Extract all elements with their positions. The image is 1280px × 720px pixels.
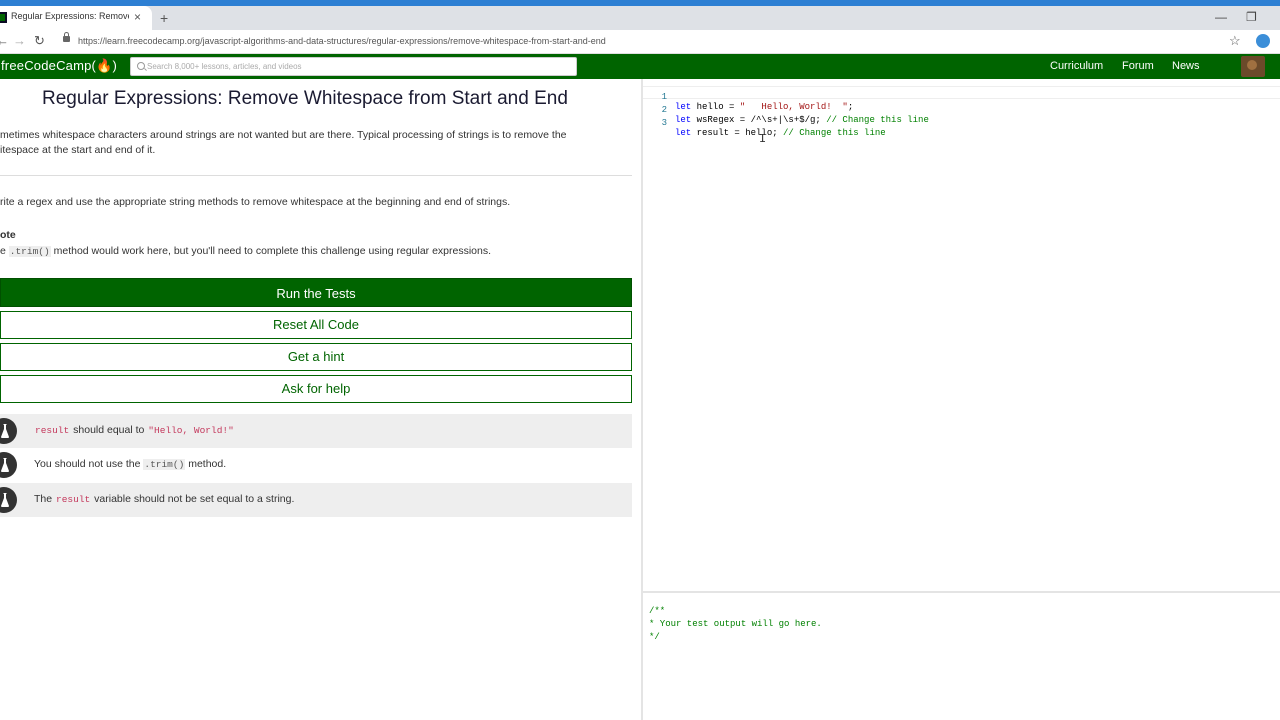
- code-editor[interactable]: 1 let hello = " Hello, World! "; 2 let w…: [643, 79, 1280, 591]
- reload-icon[interactable]: ↻: [34, 34, 45, 48]
- test-item: You should not use the .trim() method.: [0, 448, 632, 482]
- profile-icon[interactable]: [1256, 34, 1270, 48]
- test-code: "Hello, World!": [147, 425, 235, 436]
- challenge-title: Regular Expressions: Remove Whitespace f…: [42, 88, 568, 109]
- keyword: let: [675, 128, 692, 138]
- test-code: result: [55, 494, 92, 505]
- code-line[interactable]: 2 let wsRegex = /^\s+|\s+$/g; // Change …: [643, 95, 1280, 125]
- flask-icon: [0, 487, 17, 513]
- test-text-part: You should not use the: [34, 458, 141, 470]
- test-text-part: should equal to: [73, 424, 145, 436]
- trim-code: .trim(): [8, 246, 51, 257]
- fcc-navbar: freeCodeCamp(🔥) Curriculum Forum News: [0, 54, 1280, 79]
- code-line[interactable]: 3 let result = hello; // Change this lin…: [643, 108, 1280, 138]
- search-input[interactable]: [147, 59, 567, 74]
- code-line[interactable]: 1 let hello = " Hello, World! ";: [643, 82, 1280, 112]
- note-suffix: method would work here, but you'll need …: [53, 245, 492, 257]
- note-prefix: e: [0, 245, 6, 257]
- intro-line-1: metimes whitespace characters around str…: [0, 129, 567, 141]
- tab-title: Regular Expressions: Remove Whitespace f…: [11, 11, 129, 21]
- close-tab-icon[interactable]: ×: [134, 9, 141, 25]
- line-text: let result = hello; // Change this line: [675, 128, 886, 138]
- test-output-panel: /** * Your test output will go here. */: [643, 593, 1280, 720]
- bookmark-star-icon[interactable]: ☆: [1229, 33, 1241, 49]
- address-bar: ← → ↻ https://learn.freecodecamp.org/jav…: [0, 30, 1280, 54]
- test-text-part: variable should not be set equal to a st…: [94, 493, 295, 505]
- code-comment: // Change this line: [783, 128, 886, 138]
- forward-icon[interactable]: →: [13, 34, 26, 48]
- minimize-button[interactable]: —: [1215, 10, 1227, 24]
- user-avatar[interactable]: [1241, 56, 1265, 77]
- lock-icon: [63, 32, 70, 42]
- search-box[interactable]: [130, 57, 577, 76]
- new-tab-button[interactable]: +: [160, 10, 168, 26]
- test-output-text: /** * Your test output will go here. */: [649, 606, 822, 642]
- test-text-part: method.: [188, 458, 227, 470]
- test-code: .trim(): [143, 459, 186, 470]
- nav-link-curriculum[interactable]: Curriculum: [1050, 60, 1103, 72]
- fcc-favicon-icon: [0, 12, 7, 23]
- reset-code-button[interactable]: Reset All Code: [0, 311, 632, 339]
- nav-link-news[interactable]: News: [1172, 60, 1200, 72]
- line-number: 3: [661, 118, 667, 128]
- test-text-part: The: [34, 493, 53, 505]
- text-cursor-icon: I: [759, 132, 767, 146]
- task-text: rite a regex and use the appropriate str…: [0, 196, 511, 208]
- test-text: result should equal to "Hello, World!": [34, 424, 235, 436]
- ask-help-button[interactable]: Ask for help: [0, 375, 632, 403]
- test-text: The result variable should not be set eq…: [34, 493, 294, 505]
- flask-icon: [0, 452, 17, 478]
- tab-bar: Regular Expressions: Remove Whitespace f…: [0, 6, 1280, 30]
- browser-tab[interactable]: Regular Expressions: Remove Whitespace f…: [0, 6, 152, 30]
- fcc-logo[interactable]: freeCodeCamp(🔥): [1, 58, 117, 74]
- restore-button[interactable]: ❐: [1246, 10, 1257, 24]
- intro-line-2: itespace at the start and end of it.: [0, 144, 156, 156]
- section-divider: [0, 175, 632, 176]
- search-icon: [137, 62, 145, 70]
- get-hint-button[interactable]: Get a hint: [0, 343, 632, 371]
- challenge-panel: Regular Expressions: Remove Whitespace f…: [0, 79, 641, 720]
- test-item: The result variable should not be set eq…: [0, 483, 632, 517]
- flask-icon: [0, 418, 17, 444]
- note-heading: ote: [0, 229, 16, 241]
- code-text: result = hello;: [691, 128, 784, 138]
- nav-link-forum[interactable]: Forum: [1122, 60, 1154, 72]
- test-code: result: [34, 425, 71, 436]
- url-field[interactable]: https://learn.freecodecamp.org/javascrip…: [78, 36, 606, 46]
- back-icon[interactable]: ←: [0, 34, 9, 48]
- note-text: e .trim() method would work here, but yo…: [0, 244, 491, 259]
- test-item: result should equal to "Hello, World!": [0, 414, 632, 448]
- test-text: You should not use the .trim() method.: [34, 458, 226, 470]
- run-tests-button[interactable]: Run the Tests: [0, 278, 632, 307]
